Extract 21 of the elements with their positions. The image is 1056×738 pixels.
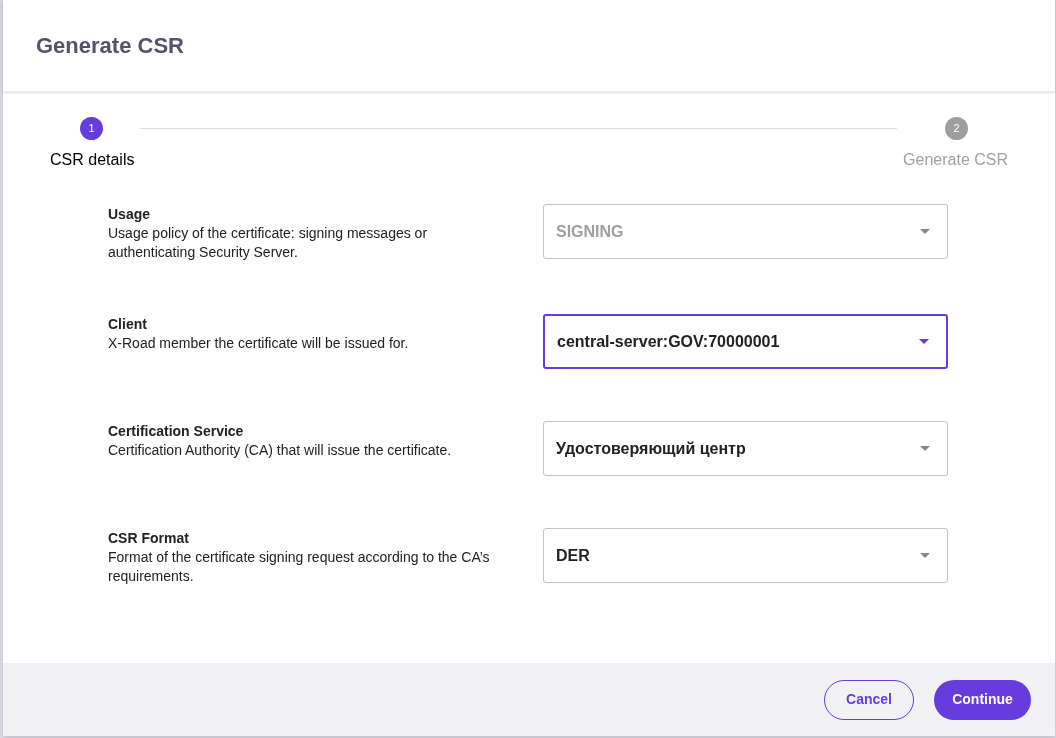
dialog-title: Generate CSR	[36, 32, 184, 60]
step-number: 2	[945, 117, 968, 140]
field-label: CSR Format	[108, 529, 190, 548]
field-label: Usage	[108, 205, 152, 224]
dropdown-caret-icon	[920, 446, 930, 451]
field-description: Certification Authority (CA) that will issue the certificate.	[108, 441, 453, 460]
select-field[interactable]: central-server:GOV:70000001	[543, 314, 948, 369]
field-description: X-Road member the certificate will be issued for.	[108, 334, 410, 353]
select-field[interactable]: DER	[543, 528, 948, 583]
step-label: CSR details	[50, 150, 135, 170]
field-description: Usage policy of the certificate: signing messages or authenticating Security Server.	[108, 224, 429, 262]
dropdown-caret-icon	[920, 553, 930, 558]
select-field[interactable]: Удостоверяющий центр	[543, 421, 948, 476]
field-description: Format of the certificate signing request according to the CA’s requirements.	[108, 548, 491, 586]
step-label: Generate CSR	[903, 150, 1008, 170]
field-label: Client	[108, 315, 148, 334]
dropdown-caret-icon	[919, 339, 929, 344]
step-number: 1	[80, 117, 103, 140]
continue-button[interactable]: Continue	[934, 679, 1031, 720]
dropdown-caret-icon	[920, 229, 930, 234]
field-label: Certification Service	[108, 422, 245, 441]
